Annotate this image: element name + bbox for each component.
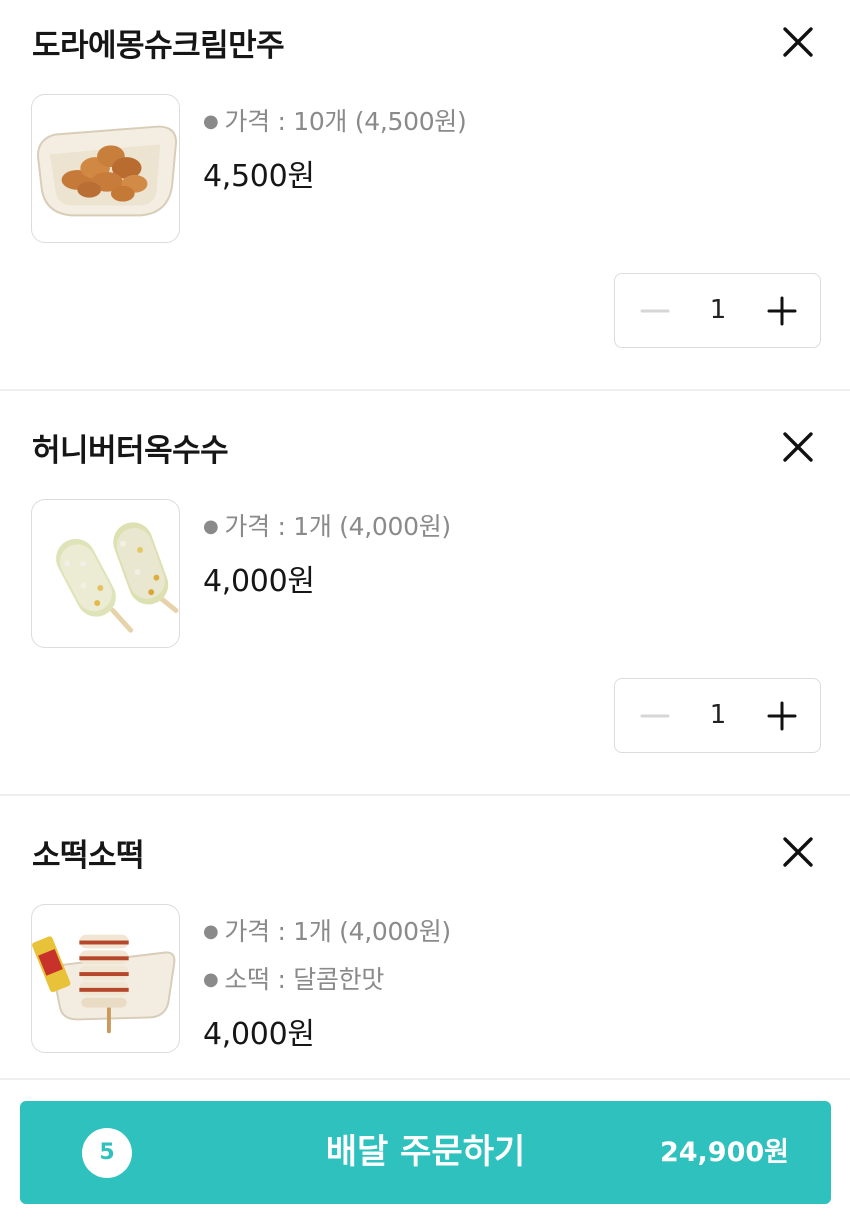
increase-quantity-button[interactable]	[746, 679, 816, 751]
item-options: ● 가격 : 1개 (4,000원) 4,000원	[203, 503, 451, 609]
item-price: 4,000원	[203, 564, 315, 599]
cart-page: 도라에몽슈크림만주 ● 가격 : 10개 (4,500원) 4,500원 1 허…	[0, 0, 850, 1221]
item-options: ● 가격 : 10개 (4,500원) 4,500원	[203, 98, 467, 204]
quantity-value: 1	[709, 295, 727, 325]
remove-item-button[interactable]	[776, 425, 820, 469]
product-image-sotteok	[31, 904, 180, 1053]
increase-quantity-button[interactable]	[746, 274, 816, 346]
option-line: ● 가격 : 10개 (4,500원)	[203, 107, 467, 136]
divider	[0, 1078, 850, 1080]
quantity-value: 1	[709, 700, 727, 730]
decrease-quantity-button[interactable]	[619, 679, 689, 751]
product-image-choux-cream	[31, 94, 180, 243]
item-price: 4,500원	[203, 159, 315, 194]
order-total-price: 24,900원	[659, 1137, 789, 1168]
item-title: 허니버터옥수수	[32, 433, 229, 469]
remove-item-button[interactable]	[776, 20, 820, 64]
decrease-quantity-button[interactable]	[619, 274, 689, 346]
plus-icon	[767, 296, 797, 326]
divider	[0, 794, 850, 796]
close-icon	[783, 27, 813, 57]
plus-icon	[767, 701, 797, 731]
quantity-stepper: 1	[614, 273, 821, 348]
option-line: ● 가격 : 1개 (4,000원)	[203, 917, 451, 946]
option-line: ● 가격 : 1개 (4,000원)	[203, 512, 451, 541]
minus-icon	[640, 714, 670, 718]
quantity-stepper: 1	[614, 678, 821, 753]
option-line: ● 소떡 : 달콤한맛	[203, 965, 385, 994]
divider	[0, 389, 850, 391]
item-price: 4,000원	[203, 1017, 315, 1052]
close-icon	[783, 432, 813, 462]
item-title: 소떡소떡	[32, 838, 145, 874]
item-options: ● 가격 : 1개 (4,000원) ● 소떡 : 달콤한맛 4,000원	[203, 908, 451, 1062]
product-image-honey-butter-corn	[31, 499, 180, 648]
item-title: 도라에몽슈크림만주	[32, 28, 285, 64]
remove-item-button[interactable]	[776, 830, 820, 874]
minus-icon	[640, 309, 670, 313]
order-delivery-button[interactable]: 5 배달 주문하기 24,900원	[20, 1101, 831, 1204]
close-icon	[783, 837, 813, 867]
